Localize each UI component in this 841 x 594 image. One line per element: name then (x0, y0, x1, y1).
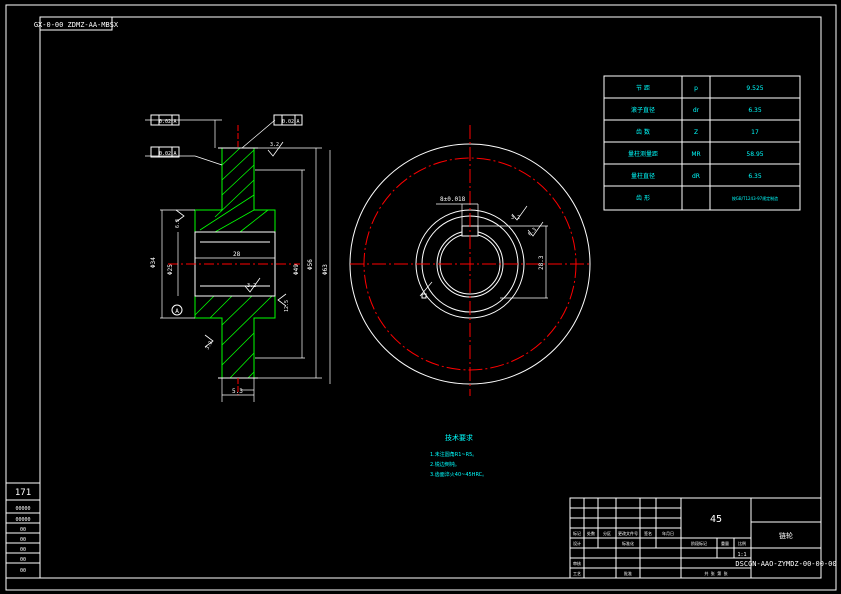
title-block-label-1: 处数 (587, 530, 595, 536)
datum-symbol: A (175, 308, 179, 315)
ra-3: 3.2 (247, 283, 256, 289)
scale: 1:1 (737, 552, 746, 558)
side-label-1: 00000 (15, 506, 30, 512)
title-block-label-13: 比例 (738, 540, 746, 546)
ra-5: 3.2 (205, 340, 215, 351)
drawing-code-top: GX-0-00 ZDMZ-AA-MBSX (34, 21, 119, 29)
param-value-2: 17 (751, 129, 759, 136)
drawing-code-bottom: DSCGN-AAO-ZYMDZ-00-00-00 (735, 560, 836, 568)
title-block-label-10: 批准 (624, 570, 632, 576)
dim-teeth-width: 5.3 (232, 388, 243, 395)
param-symbol-3: MR (691, 151, 700, 158)
ra-4: 12.5 (284, 300, 290, 312)
title-block-label-2: 分区 (603, 530, 611, 536)
gd-datum-1: A (173, 119, 176, 125)
part-name: 链轮 (779, 531, 793, 540)
param-symbol-0: p (694, 85, 698, 92)
outer-border (5, 4, 837, 591)
gd-frame-3: 0.02 (159, 151, 171, 157)
side-label-2: 00000 (15, 517, 30, 523)
title-block-label-3: 更改文件号 (618, 530, 638, 536)
drawing-svg: GX-0-00 ZDMZ-AA-MBSX 171 00000 00000 00 … (5, 4, 837, 591)
section-view: 0.02 A 0.02 A 0.02 A A Φ34 Φ25 28 Φ49 Φ5… (145, 114, 331, 402)
dim-hub: Φ34 (150, 257, 157, 268)
dim-od: Φ63 (322, 264, 329, 275)
side-label-5: 00 (20, 547, 26, 553)
param-symbol-1: dr (693, 107, 700, 114)
gd-frame-2: 0.02 (282, 119, 294, 125)
dim-key: 8±0.018 (440, 196, 466, 203)
dim-root: Φ49 (293, 264, 300, 275)
gd-datum-2: A (296, 119, 299, 125)
param-name-3: 量柱测量距 (628, 150, 658, 158)
tech-note-3: 3.齿面淬火40~45HRC。 (430, 471, 487, 478)
param-symbol-2: Z (694, 129, 698, 136)
tech-note-1: 1.未注圆角R1~R5。 (430, 451, 477, 458)
side-label-0: 171 (15, 488, 31, 498)
dim-tip: Φ56 (307, 259, 314, 270)
ra-6: 3.2 (511, 215, 520, 221)
title-block-label-4: 签名 (644, 530, 652, 536)
param-table: 节 距 p 9.525 滚子直径 dr 6.35 齿 数 Z 17 量柱测量距 MR 58.95 量柱直… (603, 75, 801, 211)
side-label-6: 00 (20, 557, 26, 563)
side-label-4: 00 (20, 537, 26, 543)
title-block-label-12: 重量 (721, 540, 729, 546)
param-value-4: 6.35 (748, 173, 762, 180)
title-block-label-8: 审核 (573, 560, 581, 566)
tech-notes: 技术要求 1.未注圆角R1~R5。 2.锐边倒钝。 3.齿面淬火40~45HRC… (430, 433, 487, 478)
title-block-label-14: 共 张 第 张 (704, 570, 727, 576)
tech-note-2: 2.锐边倒钝。 (430, 461, 460, 468)
front-view: 8±0.018 28.3 3.2 6.3 (349, 125, 591, 396)
gd-datum-3: A (173, 151, 176, 157)
side-label-7: 00 (20, 568, 26, 574)
title-block-label-9: 工艺 (573, 571, 581, 576)
side-label-3: 00 (20, 527, 26, 533)
title-block-label-11: 阶段标记 (691, 540, 707, 546)
title-block-label-5: 年月日 (662, 530, 674, 536)
tech-notes-title: 技术要求 (445, 433, 473, 442)
param-name-0: 节 距 (636, 84, 650, 92)
side-strip: 171 00000 00000 00 00 00 00 00 (5, 482, 41, 579)
ra-7: 6.3 (527, 227, 538, 238)
inner-border (39, 16, 822, 579)
dim-width: 28 (233, 251, 241, 258)
param-name-1: 滚子直径 (631, 106, 655, 114)
param-symbol-4: dR (692, 173, 700, 180)
param-value-5: 按GB/T1243-97规定制造 (732, 195, 778, 201)
param-value-1: 6.35 (748, 107, 762, 114)
param-name-4: 量柱直径 (631, 172, 655, 180)
ra-1: 3.2 (270, 142, 279, 148)
param-value-3: 58.95 (746, 151, 763, 158)
dim-bore: Φ25 (167, 264, 174, 275)
gd-frame-1: 0.02 (159, 119, 171, 125)
ra-2: 6.3 (175, 219, 181, 228)
dim-key-depth: 28.3 (538, 255, 545, 270)
param-value-0: 9.525 (746, 85, 763, 92)
cad-drawing: GX-0-00 ZDMZ-AA-MBSX 171 00000 00000 00 … (0, 0, 841, 594)
title-block-label-6: 设计 (573, 540, 581, 546)
title-block-label-0: 标记 (573, 530, 581, 536)
title-block-label-7: 标准化 (622, 540, 634, 546)
material: 45 (710, 514, 722, 525)
param-name-5: 齿 形 (636, 194, 650, 202)
param-name-2: 齿 数 (636, 128, 650, 136)
